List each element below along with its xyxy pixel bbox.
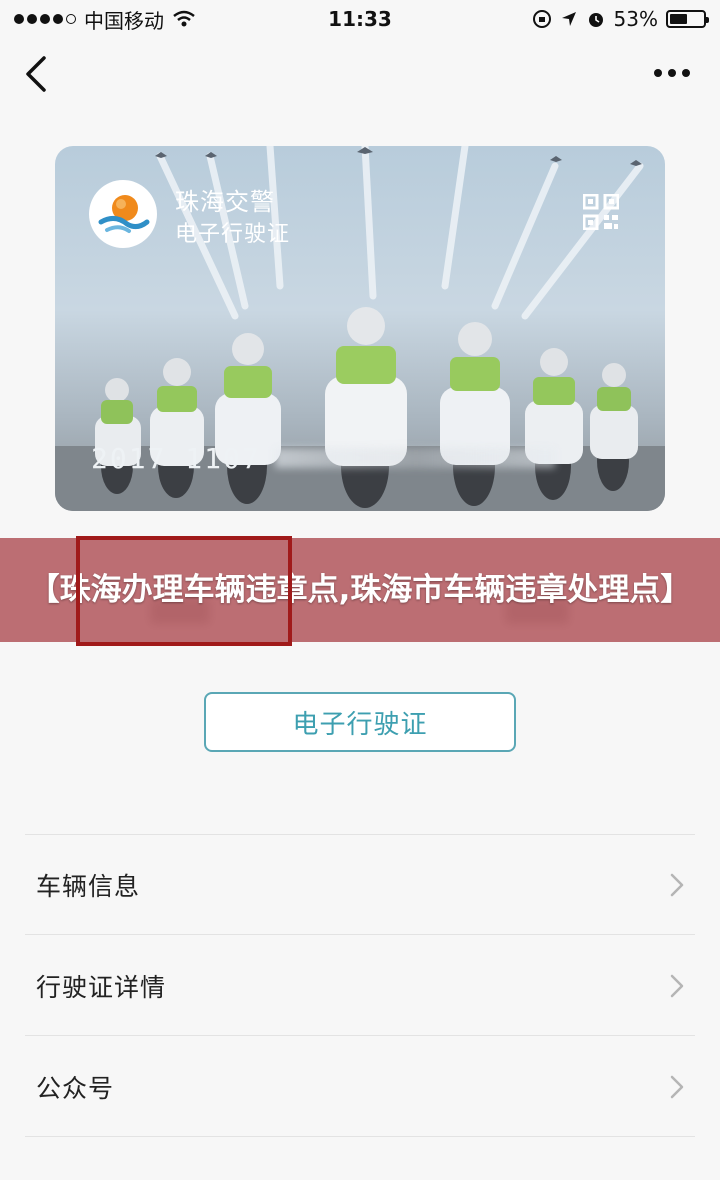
qr-code-icon[interactable] [582, 193, 620, 231]
menu-item-label: 公众号 [36, 1073, 115, 1103]
nav-bar [0, 40, 720, 110]
chevron-right-icon [670, 873, 684, 897]
highlight-frame [76, 536, 292, 646]
alarm-icon [588, 13, 603, 27]
battery-fill [670, 14, 687, 24]
menu-item-official-account[interactable]: 公众号 [0, 1036, 720, 1137]
card-number-redacted [275, 448, 555, 468]
card-title: 珠海交警 [175, 188, 275, 216]
chevron-right-icon [670, 1075, 684, 1099]
status-bar: 中国移动 11:33 53% [0, 0, 720, 38]
more-button[interactable] [654, 62, 698, 84]
menu-item-license-details[interactable]: 行驶证详情 [0, 935, 720, 1036]
e-license-button[interactable]: 电子行驶证 [204, 692, 516, 752]
chevron-left-icon [26, 56, 46, 92]
menu-list: 车辆信息 行驶证详情 公众号 [0, 834, 720, 1137]
chevron-right-icon [670, 974, 684, 998]
battery-icon [666, 10, 709, 28]
lock-rotation-icon [532, 10, 551, 28]
location-icon [561, 12, 576, 26]
card-subtitle: 电子行驶证 [175, 222, 291, 247]
back-button[interactable] [18, 52, 58, 96]
status-right: 53% [532, 7, 709, 31]
zhuhai-police-logo [89, 180, 157, 248]
battery-percent: 53% [613, 7, 658, 31]
card-number: 2017 1107 [91, 442, 261, 475]
more-dots-icon [654, 69, 662, 77]
menu-item-label: 行驶证详情 [36, 972, 167, 1002]
license-card[interactable]: 珠海交警 电子行驶证 2017 1107 [55, 146, 665, 511]
signal-dots-icon [14, 14, 76, 24]
carrier-label: 中国移动 [84, 8, 164, 33]
menu-item-label: 车辆信息 [36, 871, 141, 901]
wifi-icon [173, 10, 195, 27]
status-left: 中国移动 [14, 5, 196, 34]
menu-item-vehicle-info[interactable]: 车辆信息 [0, 834, 720, 935]
